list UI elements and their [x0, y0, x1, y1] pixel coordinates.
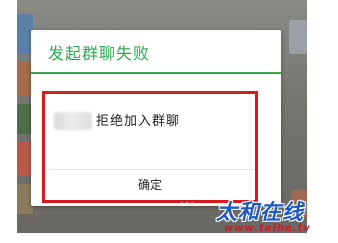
- dialog-message: 拒绝加入群聊: [96, 114, 181, 129]
- watermark-logo: 太和在线 www.taihe.tv: [216, 196, 334, 238]
- blurred-username: [54, 112, 92, 130]
- watermark-url: www.taihe.tv: [224, 223, 311, 234]
- title-divider: [31, 72, 281, 74]
- button-divider: [45, 169, 255, 170]
- watermark-brand: 太和在线: [216, 200, 304, 224]
- background-image: [289, 20, 307, 54]
- dialog-title: 发起群聊失败: [48, 44, 151, 63]
- faint-watermark-text: 。。。: [180, 197, 202, 207]
